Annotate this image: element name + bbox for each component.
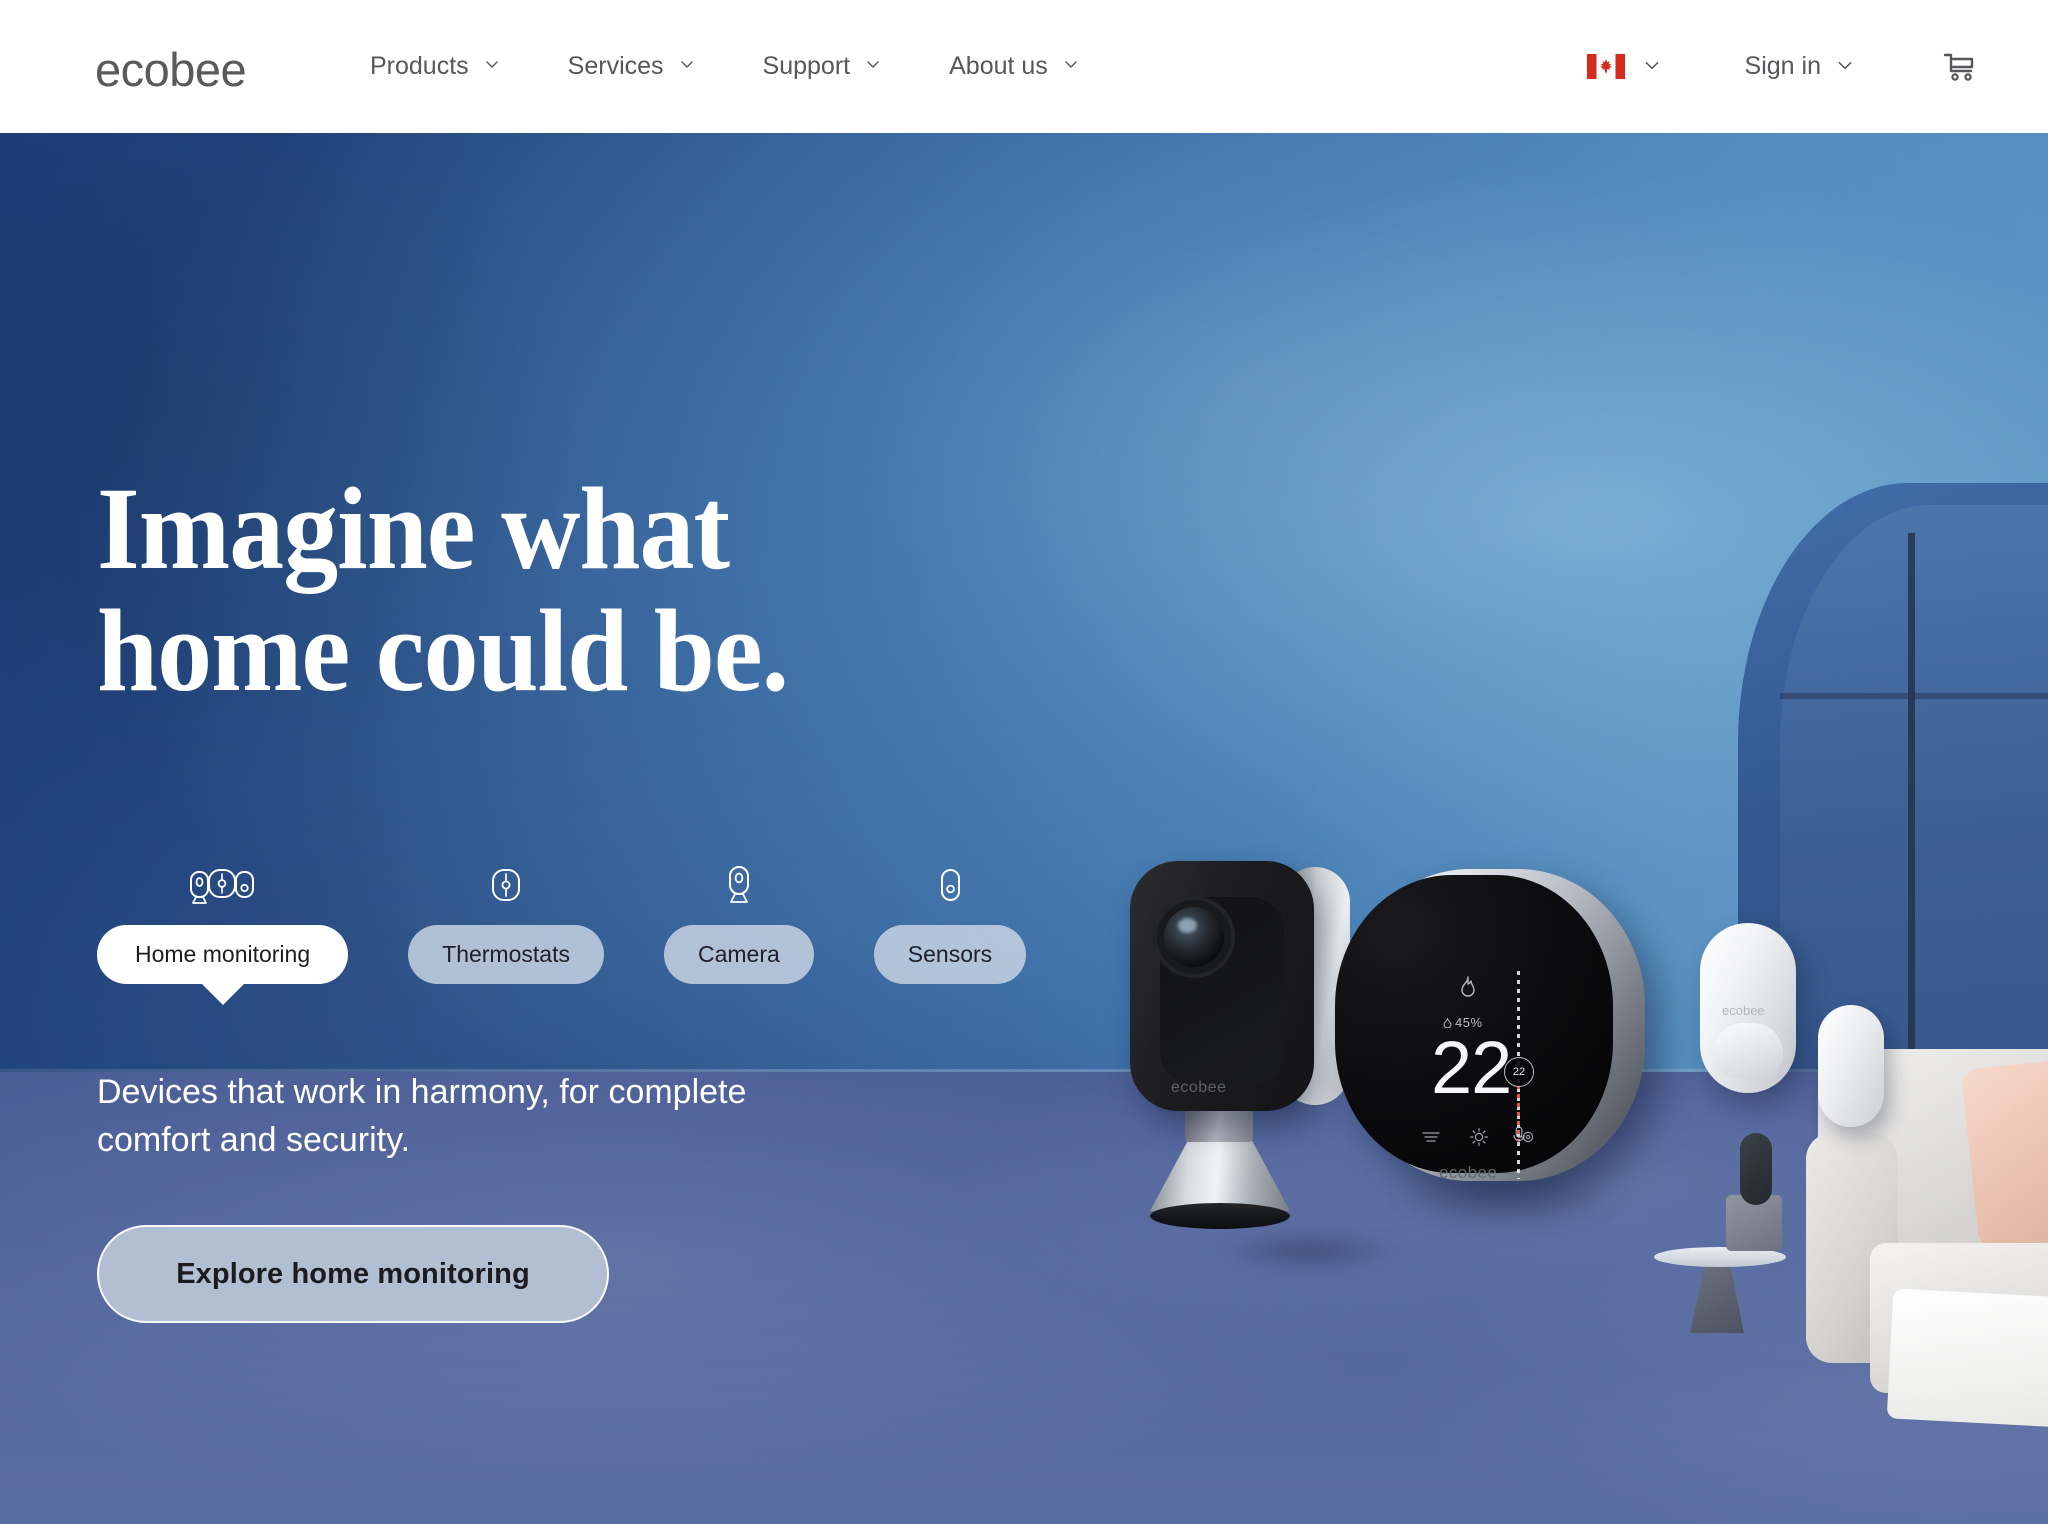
nav-item-about-us[interactable]: About us: [949, 52, 1079, 81]
thermostat-temperature: 22: [1431, 1026, 1512, 1109]
category-pill[interactable]: Home monitoring: [97, 925, 349, 984]
side-table-leg: [1690, 1259, 1744, 1333]
hero-copy-block: Imagine what home could be.: [97, 468, 997, 711]
category-tab-home-monitoring[interactable]: Home monitoring: [97, 861, 349, 984]
camera-icon: [724, 861, 754, 907]
camera-brand-text: ecobee: [1171, 1079, 1227, 1096]
shopping-cart-icon[interactable]: [1938, 47, 1978, 87]
menu-icon: [1421, 1130, 1441, 1149]
category-pill[interactable]: Thermostats: [408, 925, 604, 984]
cta-label: Explore home monitoring: [176, 1257, 530, 1290]
category-tab-camera[interactable]: Camera: [663, 861, 814, 984]
region-selector[interactable]: [1586, 54, 1659, 79]
chevron-down-icon: [865, 56, 881, 72]
sensor-brand-text: ecobee: [1722, 1003, 1765, 1018]
explore-home-monitoring-button[interactable]: Explore home monitoring: [97, 1225, 609, 1323]
flame-icon: [1457, 975, 1479, 1006]
category-tabs: Home monitoring Thermostats Camera Senso…: [97, 861, 1048, 984]
category-label: Sensors: [907, 941, 993, 967]
main-navigation: Products Services Support About us: [370, 0, 1079, 133]
sign-in-menu[interactable]: Sign in: [1745, 52, 1852, 81]
hero-banner: ecobee ecobee 45% 22 22 ecobee Imagine w…: [0, 133, 2048, 1524]
category-pill[interactable]: Sensors: [873, 925, 1027, 984]
thermostat-brand-text: ecobee: [1439, 1163, 1498, 1182]
nav-item-products[interactable]: Products: [370, 52, 500, 81]
site-header: ecobee Products Services Support About u…: [0, 0, 2048, 133]
smart-sensor-large: ecobee: [1700, 923, 1796, 1093]
smart-sensor-small: [1818, 1005, 1884, 1127]
page-title: Imagine what home could be.: [97, 463, 789, 716]
chevron-down-icon: [484, 56, 500, 72]
chevron-down-icon: [1063, 56, 1079, 72]
smart-thermostat-product: 45% 22 22 ecobee: [1335, 869, 1655, 1199]
sofa-throw-blanket: [1886, 1288, 2048, 1428]
category-label: Home monitoring: [135, 941, 311, 967]
nav-label: About us: [949, 52, 1048, 80]
sign-in-label: Sign in: [1744, 52, 1821, 80]
thermostat-setpoint-handle: 22: [1504, 1057, 1534, 1087]
nav-label: Services: [567, 52, 664, 80]
nav-item-support[interactable]: Support: [763, 52, 882, 81]
thermostat-icon: [489, 861, 523, 907]
canada-flag-icon: [1586, 54, 1625, 79]
camera-lens: [1164, 907, 1224, 967]
ecobee-logo[interactable]: ecobee: [95, 42, 247, 97]
camera-body: ecobee: [1130, 861, 1314, 1111]
sun-icon: [1469, 1127, 1489, 1152]
sensor-icon: [937, 861, 963, 907]
home-monitoring-devices-icon: [189, 861, 257, 907]
category-label: Thermostats: [442, 941, 570, 967]
chevron-down-icon: [1643, 56, 1659, 72]
microphone-icon: [1511, 1125, 1527, 1152]
cactus-plant: [1740, 1133, 1772, 1205]
chevron-down-icon: [1836, 56, 1852, 72]
category-tab-sensors[interactable]: Sensors: [873, 861, 1027, 984]
thermostat-display: 45% 22 22 ecobee: [1335, 875, 1613, 1182]
camera-stand-base: [1150, 1203, 1290, 1229]
header-utilities: Sign in: [1586, 0, 1978, 133]
hero-subhead: Devices that work in harmony, for comple…: [97, 1073, 747, 1160]
category-tab-thermostats[interactable]: Thermostats: [408, 861, 604, 984]
category-label: Camera: [697, 941, 780, 967]
category-pill[interactable]: Camera: [663, 925, 814, 984]
chevron-down-icon: [679, 56, 695, 72]
nav-label: Products: [370, 52, 469, 80]
nav-label: Support: [762, 52, 851, 80]
camera-stand: [1150, 1133, 1290, 1211]
nav-item-services[interactable]: Services: [568, 52, 695, 81]
